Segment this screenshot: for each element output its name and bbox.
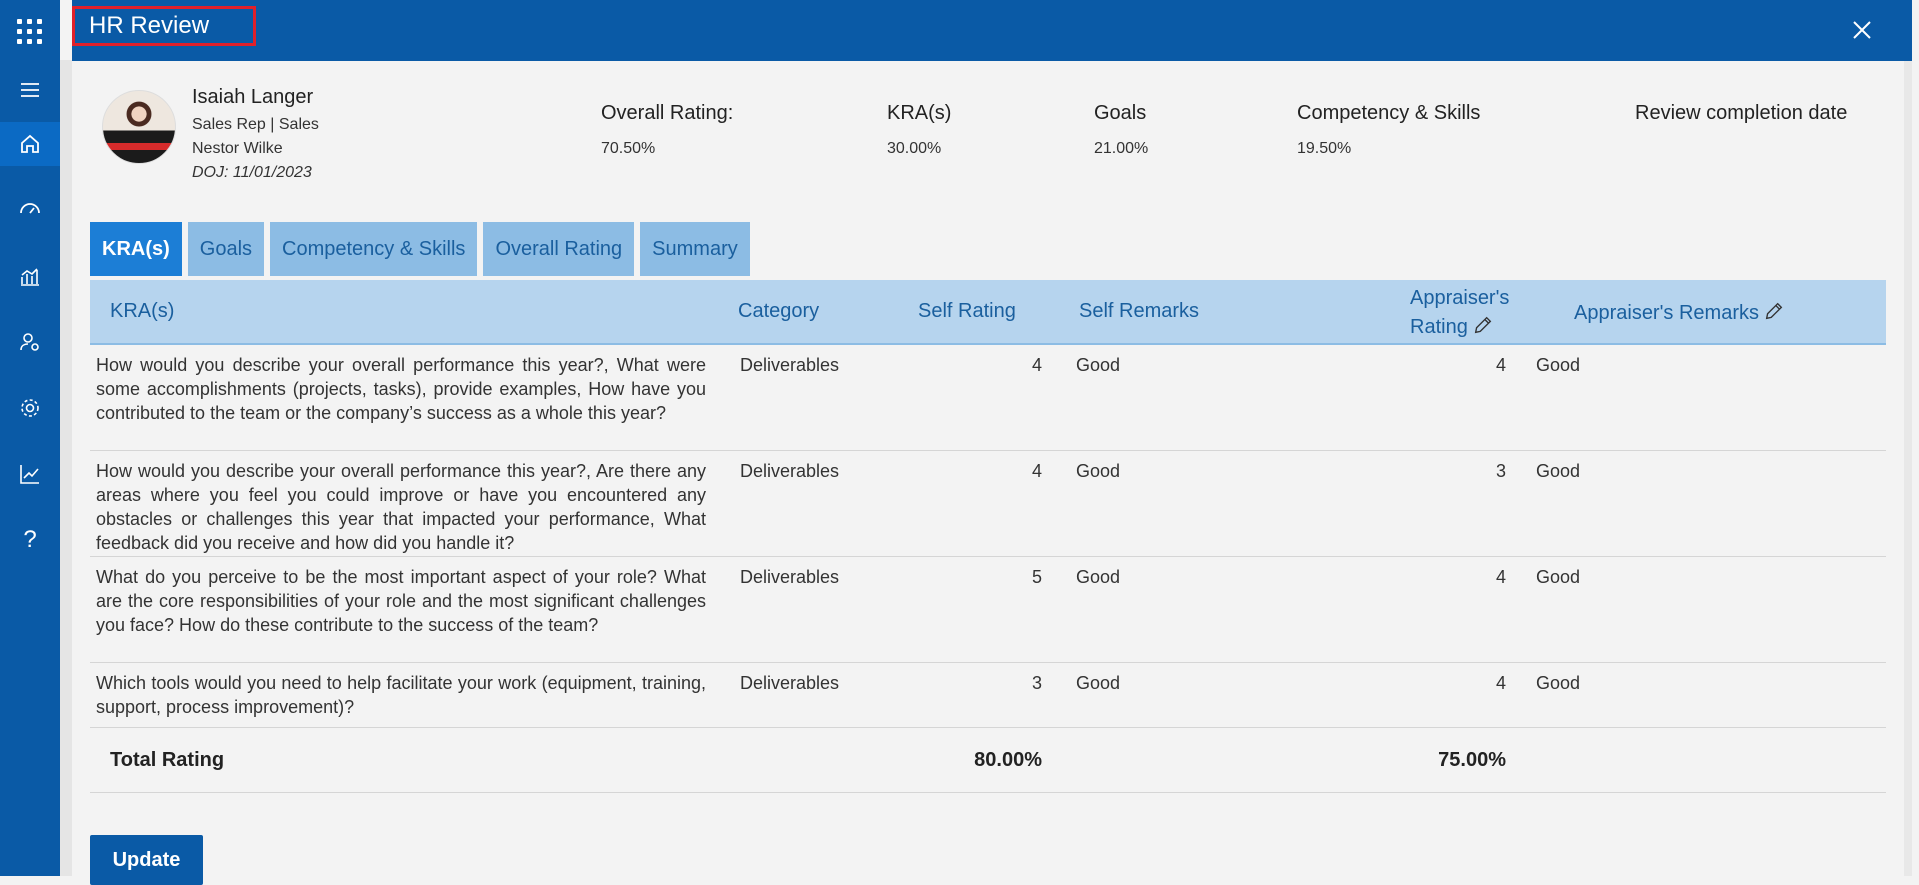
- tab-kras[interactable]: KRA(s): [90, 222, 182, 276]
- tab-competency-skills[interactable]: Competency & Skills: [270, 222, 478, 276]
- appraiser-remarks-cell[interactable]: Good: [1536, 353, 1580, 377]
- self-remarks-cell: Good: [1076, 567, 1121, 587]
- appraiser-rating-cell[interactable]: 3: [1290, 459, 1506, 483]
- appraiser-rating-cell[interactable]: 4: [1290, 565, 1506, 589]
- settings-icon[interactable]: [0, 386, 60, 430]
- col-kra: KRA(s): [110, 300, 175, 322]
- col-appraiser-remarks-label: Appraiser's Remarks: [1574, 302, 1759, 324]
- trend-icon[interactable]: [0, 452, 60, 496]
- table-row: How would you describe your overall perf…: [90, 345, 1886, 451]
- category-cell: Deliverables: [740, 461, 840, 481]
- menu-icon[interactable]: [0, 68, 60, 112]
- tab-overall-rating[interactable]: Overall Rating: [483, 222, 635, 276]
- self-rating-cell: 4: [1031, 355, 1042, 375]
- panel-title: HR Review: [72, 6, 256, 46]
- appraiser-remarks-cell[interactable]: Good: [1536, 459, 1580, 483]
- employee-name: Isaiah Langer: [192, 86, 314, 108]
- self-rating-cell: 5: [1031, 567, 1042, 587]
- table-row: Which tools would you need to help facil…: [90, 663, 1886, 728]
- kra-value: 30.00%: [887, 140, 942, 157]
- kra-text: What do you perceive to be the most impo…: [96, 567, 706, 635]
- employee-doj: DOJ: 11/01/2023: [192, 164, 312, 181]
- kra-text: Which tools would you need to help facil…: [96, 673, 706, 717]
- review-tabs: KRA(s) Goals Competency & Skills Overall…: [90, 222, 750, 276]
- pencil-icon[interactable]: [1472, 314, 1494, 336]
- appraiser-rating-cell[interactable]: 4: [1290, 353, 1506, 377]
- table-row: How would you describe your overall perf…: [90, 451, 1886, 557]
- goals-label: Goals: [1094, 102, 1147, 124]
- col-appraiser-remarks: Appraiser's Remarks: [1574, 300, 1785, 325]
- competency-value: 19.50%: [1297, 140, 1352, 157]
- competency-label: Competency & Skills: [1297, 102, 1481, 124]
- avatar: [102, 90, 176, 164]
- col-appraiser-rating-line1: Appraiser's: [1410, 287, 1510, 309]
- pencil-icon[interactable]: [1763, 300, 1785, 322]
- dashboard-icon[interactable]: [0, 188, 60, 232]
- goals-value: 21.00%: [1094, 140, 1149, 157]
- col-self-remarks: Self Remarks: [1079, 300, 1200, 322]
- col-appraiser-rating: Appraiser's Rating: [1410, 284, 1509, 342]
- self-remarks-cell: Good: [1076, 673, 1121, 693]
- table-header: KRA(s) Category Self Rating Self Remarks…: [90, 280, 1886, 345]
- self-rating-cell: 4: [1031, 461, 1042, 481]
- appraiser-remarks-cell[interactable]: Good: [1536, 565, 1580, 589]
- tab-summary[interactable]: Summary: [640, 222, 750, 276]
- user-settings-icon[interactable]: [0, 320, 60, 364]
- analytics-icon[interactable]: [0, 254, 60, 298]
- self-remarks-cell: Good: [1076, 461, 1121, 481]
- update-button[interactable]: Update: [90, 835, 203, 885]
- scrollbar[interactable]: [1904, 61, 1912, 876]
- col-self-rating: Self Rating: [918, 300, 1016, 322]
- hr-review-panel: HR Review Isaiah Langer Sales Rep | Sale…: [72, 0, 1912, 885]
- total-rating-label: Total Rating: [110, 749, 225, 771]
- category-cell: Deliverables: [740, 567, 840, 587]
- self-rating-cell: 3: [1031, 673, 1042, 693]
- panel-header: HR Review: [72, 0, 1912, 61]
- overall-rating-value: 70.50%: [601, 140, 656, 157]
- kra-table: KRA(s) Category Self Rating Self Remarks…: [90, 280, 1886, 793]
- review-completion-label: Review completion date: [1635, 102, 1848, 124]
- overall-rating-label: Overall Rating:: [601, 102, 734, 124]
- close-icon[interactable]: [1850, 18, 1874, 42]
- waffle-icon[interactable]: [16, 18, 44, 46]
- help-icon[interactable]: ?: [0, 518, 60, 562]
- total-rating-row: Total Rating 80.00% 75.00%: [90, 728, 1886, 793]
- total-appraiser-rating: 75.00%: [1438, 749, 1506, 771]
- total-self-rating: 80.00%: [974, 749, 1042, 771]
- employee-manager: Nestor Wilke: [192, 140, 283, 157]
- category-cell: Deliverables: [740, 355, 840, 375]
- home-icon[interactable]: [0, 122, 60, 166]
- appraiser-rating-cell[interactable]: 4: [1290, 671, 1506, 695]
- col-category: Category: [738, 300, 820, 322]
- kra-text: How would you describe your overall perf…: [96, 355, 706, 423]
- tab-goals[interactable]: Goals: [187, 222, 265, 276]
- app-rail: ?: [0, 0, 60, 876]
- self-remarks-cell: Good: [1076, 355, 1121, 375]
- col-appraiser-rating-line2: Rating: [1410, 316, 1468, 338]
- kra-label: KRA(s): [887, 102, 952, 124]
- appraiser-remarks-cell[interactable]: Good: [1536, 671, 1580, 695]
- employee-role: Sales Rep | Sales: [192, 116, 319, 133]
- category-cell: Deliverables: [740, 673, 840, 693]
- kra-text: How would you describe your overall perf…: [96, 461, 706, 553]
- table-row: What do you perceive to be the most impo…: [90, 557, 1886, 663]
